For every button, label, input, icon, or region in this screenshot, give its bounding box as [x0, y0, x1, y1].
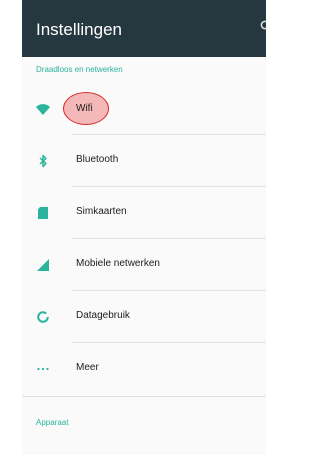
cell-signal-icon	[37, 259, 49, 271]
section-divider	[22, 396, 266, 397]
screen: Instellingen Draadloos en netwerken Wifi…	[0, 0, 266, 455]
section-header-device: Apparaat	[36, 418, 69, 427]
more-icon	[37, 367, 49, 371]
page-title: Instellingen	[36, 20, 123, 39]
data-usage-icon	[37, 311, 49, 323]
settings-item-label: Mobiele netwerken	[76, 258, 160, 269]
settings-item-label: Bluetooth	[76, 154, 119, 165]
sim-card-icon	[38, 207, 48, 219]
settings-item-label: Meer	[76, 362, 99, 373]
settings-item-data-usage[interactable]: Datagebruik	[22, 291, 266, 343]
search-icon[interactable]	[260, 20, 266, 32]
settings-item-bluetooth[interactable]: Bluetooth	[22, 135, 266, 187]
bluetooth-icon	[39, 154, 47, 168]
settings-screen: Instellingen Draadloos en netwerken Wifi…	[22, 0, 266, 455]
settings-item-wifi[interactable]: Wifi	[22, 83, 266, 135]
section-header-wireless: Draadloos en netwerken	[36, 65, 123, 74]
settings-item-label: Datagebruik	[76, 310, 130, 321]
settings-item-sim-cards[interactable]: Simkaarten	[22, 187, 266, 239]
settings-item-label: Wifi	[76, 103, 93, 114]
settings-item-mobile-networks[interactable]: Mobiele netwerken	[22, 239, 266, 291]
wifi-icon	[36, 104, 50, 115]
settings-item-more[interactable]: Meer	[22, 343, 266, 395]
app-bar: Instellingen	[22, 0, 266, 57]
settings-item-label: Simkaarten	[76, 206, 127, 217]
